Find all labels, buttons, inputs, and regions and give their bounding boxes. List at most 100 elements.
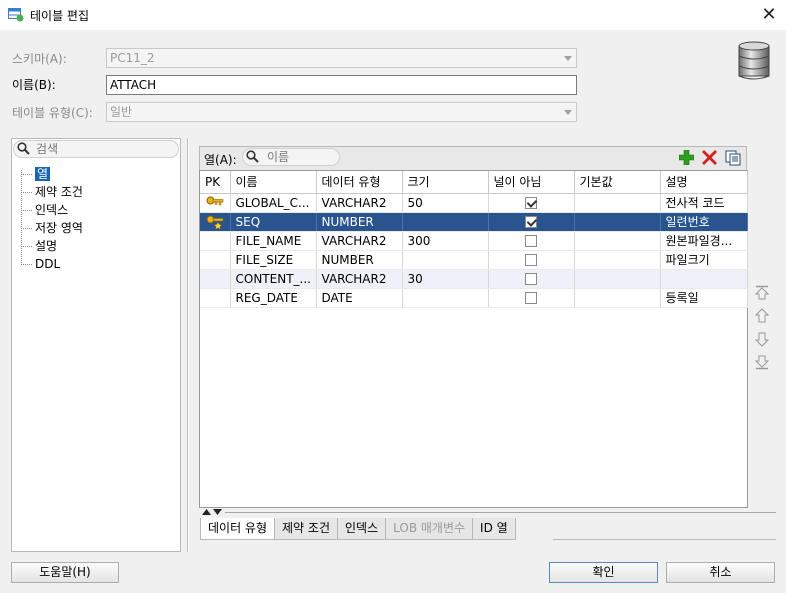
column-default[interactable] <box>574 212 661 232</box>
tab-identity-column[interactable]: ID 열 <box>472 518 516 540</box>
header-name[interactable]: 이름 <box>230 171 317 194</box>
not-null-cell <box>488 212 575 232</box>
column-size[interactable] <box>402 250 489 270</box>
not-null-checkbox[interactable] <box>525 273 537 285</box>
column-comment[interactable]: 전사적 코드 <box>660 193 748 213</box>
database-icon <box>738 41 770 80</box>
move-up-icon[interactable] <box>754 308 770 324</box>
column-type[interactable]: DATE <box>316 288 403 308</box>
tree-item-constraints[interactable]: 제약 조건 <box>18 183 83 201</box>
primary-key-star-icon <box>206 215 224 229</box>
not-null-checkbox[interactable] <box>525 216 537 228</box>
table-row[interactable]: GLOBAL_C... VARCHAR2 50 전사적 코드 <box>200 193 748 213</box>
move-to-bottom-icon[interactable] <box>754 354 770 370</box>
column-size[interactable]: 30 <box>402 269 489 289</box>
table-type-value: 일반 <box>110 105 133 119</box>
column-type[interactable]: NUMBER <box>316 212 403 232</box>
header-size[interactable]: 크기 <box>402 171 489 194</box>
not-null-checkbox[interactable] <box>525 292 537 304</box>
column-name[interactable]: REG_DATE <box>230 288 317 308</box>
column-type[interactable]: NUMBER <box>316 250 403 270</box>
pk-cell <box>200 231 231 251</box>
tab-constraints[interactable]: 제약 조건 <box>274 518 338 540</box>
column-default[interactable] <box>574 288 661 308</box>
header-default[interactable]: 기본값 <box>574 171 661 194</box>
not-null-cell <box>488 250 575 270</box>
column-comment[interactable]: 등록일 <box>660 288 748 308</box>
tab-data-type[interactable]: 데이터 유형 <box>200 518 276 540</box>
tree-item-ddl[interactable]: DDL <box>18 255 83 273</box>
not-null-cell <box>488 269 575 289</box>
column-size[interactable]: 50 <box>402 193 489 213</box>
column-type[interactable]: VARCHAR2 <box>316 269 403 289</box>
column-default[interactable] <box>574 231 661 251</box>
tree-item-indexes[interactable]: 인덱스 <box>18 201 83 219</box>
column-name[interactable]: CONTENT_... <box>230 269 317 289</box>
table-edit-icon <box>8 8 24 22</box>
not-null-cell <box>488 288 575 308</box>
column-default[interactable] <box>574 193 661 213</box>
table-row[interactable]: FILE_SIZE NUMBER 파일크기 <box>200 250 748 270</box>
navigation-search-input[interactable]: 검색 <box>13 140 179 158</box>
tab-lob-parameters[interactable]: LOB 매개변수 <box>385 518 474 540</box>
column-comment[interactable]: 파일크기 <box>660 250 748 270</box>
column-size[interactable] <box>402 212 489 232</box>
schema-dropdown[interactable]: PC11_2 <box>106 48 577 68</box>
ok-button[interactable]: 확인 <box>549 562 658 583</box>
column-size[interactable] <box>402 288 489 308</box>
tree-item-columns[interactable]: 열 <box>18 165 83 183</box>
delete-column-icon[interactable] <box>702 150 717 165</box>
header-comment[interactable]: 설명 <box>660 171 748 194</box>
move-to-top-icon[interactable] <box>754 285 770 301</box>
not-null-cell <box>488 193 575 213</box>
tree-item-storage[interactable]: 저장 영역 <box>18 219 83 237</box>
column-default[interactable] <box>574 269 661 289</box>
columns-table: PK 이름 데이터 유형 크기 널이 아님 기본값 설명 GLOBAL_C...… <box>199 170 748 508</box>
column-name[interactable]: FILE_NAME <box>230 231 317 251</box>
close-button[interactable]: ✕ <box>754 2 784 28</box>
table-row[interactable]: FILE_NAME VARCHAR2 300 원본파일경... <box>200 231 748 251</box>
table-header-row: PK 이름 데이터 유형 크기 널이 아님 기본값 설명 <box>200 171 748 194</box>
navigation-tree: 열 제약 조건 인덱스 저장 영역 설명 DDL <box>18 165 83 273</box>
header-pk[interactable]: PK <box>200 171 231 194</box>
column-name[interactable]: FILE_SIZE <box>230 250 317 270</box>
column-type[interactable]: VARCHAR2 <box>316 193 403 213</box>
expand-collapse-icon[interactable] <box>201 508 223 516</box>
panel-splitter[interactable] <box>187 138 189 552</box>
copy-column-icon[interactable] <box>725 150 741 166</box>
column-default[interactable] <box>574 250 661 270</box>
not-null-checkbox[interactable] <box>525 235 537 247</box>
pk-cell <box>200 269 231 289</box>
not-null-checkbox[interactable] <box>525 197 537 209</box>
not-null-checkbox[interactable] <box>525 254 537 266</box>
column-comment[interactable]: 원본파일경... <box>660 231 748 251</box>
detail-tabs: 데이터 유형 제약 조건 인덱스 LOB 매개변수 ID 열 <box>200 518 516 540</box>
tabs-divider <box>225 512 776 513</box>
schema-label: 스키마(A): <box>12 52 67 66</box>
help-button[interactable]: 도움말(H) <box>11 562 119 583</box>
window-title: 테이블 편집 <box>30 9 90 23</box>
table-type-dropdown[interactable]: 일반 <box>106 102 577 122</box>
column-comment[interactable] <box>660 269 748 289</box>
table-row[interactable]: CONTENT_... VARCHAR2 30 <box>200 269 748 289</box>
schema-value: PC11_2 <box>110 51 155 65</box>
column-name[interactable]: SEQ <box>230 212 317 232</box>
move-down-icon[interactable] <box>754 331 770 347</box>
search-icon <box>17 142 30 155</box>
add-column-icon[interactable] <box>679 150 694 165</box>
header-not-null[interactable]: 널이 아님 <box>488 171 575 194</box>
column-size[interactable]: 300 <box>402 231 489 251</box>
name-label: 이름(B): <box>12 78 56 92</box>
cancel-button[interactable]: 취소 <box>666 562 775 583</box>
tabs-baseline <box>553 539 776 540</box>
tree-item-comment[interactable]: 설명 <box>18 237 83 255</box>
column-name[interactable]: GLOBAL_C... <box>230 193 317 213</box>
tab-indexes[interactable]: 인덱스 <box>337 518 387 540</box>
table-row[interactable]: SEQ NUMBER 일련번호 <box>200 212 748 232</box>
column-type[interactable]: VARCHAR2 <box>316 231 403 251</box>
header-data-type[interactable]: 데이터 유형 <box>316 171 403 194</box>
chevron-down-icon <box>564 110 572 115</box>
column-comment[interactable]: 일련번호 <box>660 212 748 232</box>
table-row[interactable]: REG_DATE DATE 등록일 <box>200 288 748 308</box>
name-input[interactable]: ATTACH <box>106 75 577 95</box>
